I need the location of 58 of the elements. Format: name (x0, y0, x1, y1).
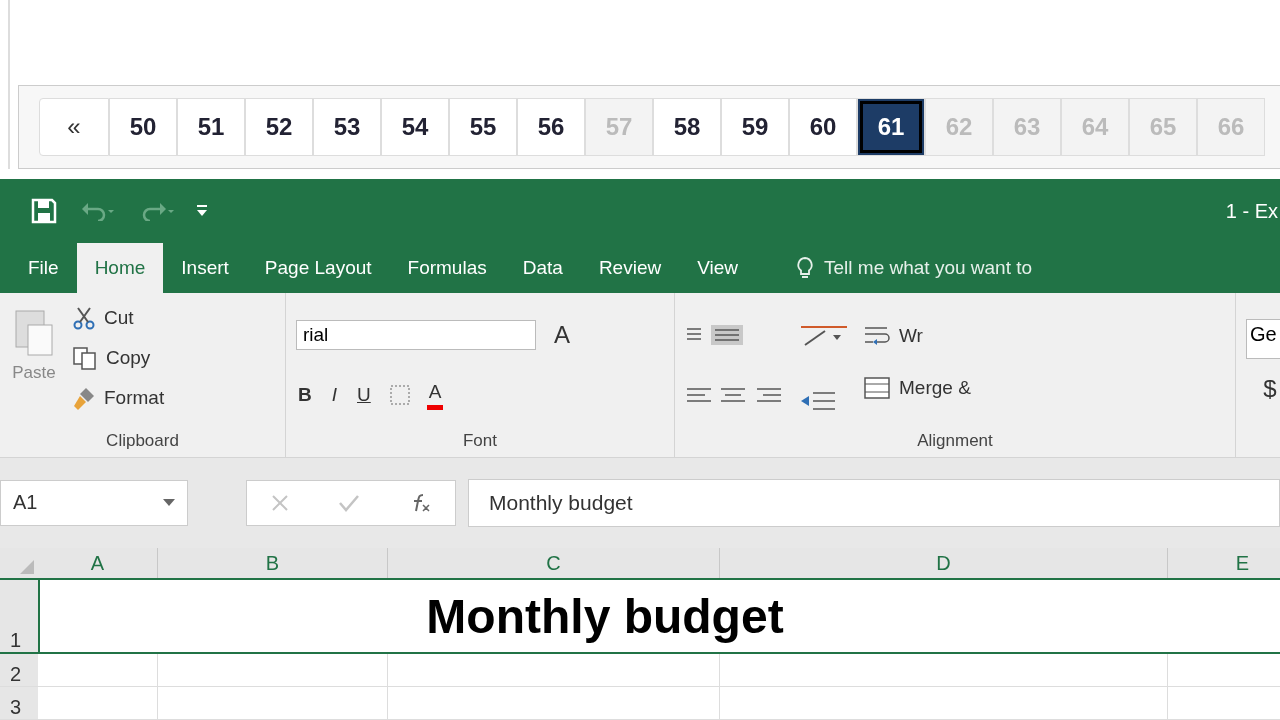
column-header[interactable]: D (720, 548, 1168, 578)
page-button[interactable]: 58 (653, 98, 721, 157)
group-label: Font (462, 430, 498, 452)
copy-icon (72, 346, 98, 371)
italic-button[interactable]: I (329, 381, 339, 408)
font-color-button[interactable]: A (426, 379, 444, 411)
ribbon-tab[interactable]: Review (580, 243, 680, 294)
save-icon[interactable] (30, 197, 58, 226)
page-button[interactable]: 54 (381, 98, 449, 157)
sheet-title: Monthly budget (38, 580, 1280, 652)
page-button[interactable]: 60 (789, 98, 857, 157)
cut-button[interactable]: Cut (102, 305, 136, 332)
format-painter-button[interactable]: Format (102, 385, 167, 412)
currency-button[interactable]: $ (1246, 373, 1280, 406)
underline-button[interactable]: U (355, 381, 373, 408)
copy-button[interactable]: Copy (104, 345, 153, 372)
formula-field[interactable]: Monthly budget (468, 478, 1280, 527)
merge-button[interactable]: Merge & (897, 375, 973, 402)
bold-button[interactable]: B (296, 381, 314, 408)
ribbon-tab[interactable]: View (679, 243, 757, 294)
name-box[interactable]: A1 (0, 479, 188, 526)
borders-icon[interactable] (388, 383, 411, 406)
ribbon-tab[interactable]: Home (76, 243, 164, 294)
brush-icon (72, 386, 96, 411)
group-label: Alignment (916, 430, 994, 452)
column-header[interactable]: A (38, 548, 158, 578)
group-label: Clipboard (105, 430, 180, 452)
ribbon-tab[interactable]: Page Layout (246, 243, 390, 294)
lightbulb-icon (796, 256, 815, 281)
ribbon-tab[interactable]: Data (504, 243, 581, 294)
page-button[interactable]: 56 (517, 98, 585, 157)
row-header[interactable]: 2 (0, 654, 38, 686)
ribbon-tab[interactable]: Insert (163, 243, 247, 294)
ribbon-tab[interactable]: File (10, 243, 77, 294)
merge-icon (863, 376, 891, 401)
row-header[interactable]: 3 (0, 687, 38, 719)
page-button[interactable]: 59 (721, 98, 789, 157)
column-header[interactable]: B (158, 548, 388, 578)
scissors-icon (72, 306, 96, 331)
page-button[interactable]: 61 (857, 98, 925, 157)
page-button[interactable]: 52 (245, 98, 313, 157)
column-header[interactable]: C (388, 548, 720, 578)
page-button[interactable]: 51 (177, 98, 245, 157)
window-title: 1 - Ex (1225, 199, 1278, 223)
ribbon-tab[interactable]: Formulas (389, 243, 505, 294)
page-button[interactable]: 53 (313, 98, 381, 157)
wrap-text-button[interactable]: Wr (897, 323, 925, 350)
row-header[interactable]: 1 (0, 580, 38, 652)
column-header[interactable]: E (1168, 548, 1280, 578)
grow-font-button[interactable]: A (552, 319, 572, 352)
first-page-button[interactable]: « (39, 98, 109, 157)
undo-icon[interactable] (80, 201, 116, 222)
page-button[interactable]: 50 (109, 98, 177, 157)
check-icon[interactable] (338, 493, 360, 512)
tell-me-search[interactable]: Tell me what you want to (824, 257, 1033, 280)
page-button[interactable]: 55 (449, 98, 517, 157)
font-name-field[interactable]: rial (296, 320, 536, 351)
number-format-field[interactable]: Ge (1246, 319, 1280, 360)
